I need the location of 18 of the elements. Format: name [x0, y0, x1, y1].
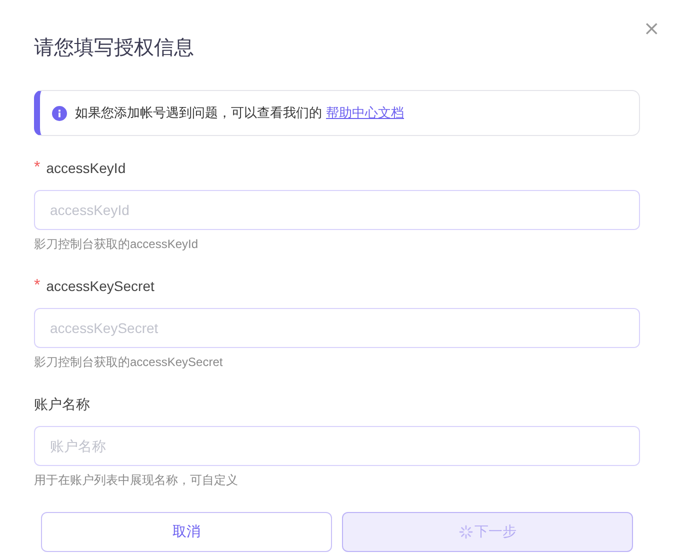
- field-label: accessKeySecret: [46, 277, 154, 296]
- help-text: 影刀控制台获取的accessKeySecret: [34, 354, 224, 370]
- help-link[interactable]: 帮助中心文档: [326, 105, 404, 120]
- spinner-icon: [458, 525, 472, 539]
- cancel-button[interactable]: 取消: [41, 512, 332, 552]
- help-text: 用于在账户列表中展现名称，可自定义: [34, 472, 239, 488]
- dialog-title: 请您填写授权信息: [34, 36, 195, 61]
- close-button[interactable]: ×: [643, 18, 660, 38]
- input-field[interactable]: accessKeyId: [34, 190, 640, 230]
- help-text: 影刀控制台获取的accessKeyId: [34, 236, 200, 252]
- required-mark: *: [34, 159, 40, 177]
- info-icon: [52, 106, 67, 120]
- field-label: 账户名称: [34, 395, 90, 414]
- input-field[interactable]: 账户名称: [34, 426, 640, 466]
- required-mark: *: [34, 277, 40, 295]
- field-label: accessKeyId: [46, 159, 126, 178]
- input-field[interactable]: accessKeySecret: [34, 308, 640, 348]
- notice-text: 如果您添加帐号遇到问题，可以查看我们的 帮助中心文档: [75, 104, 404, 122]
